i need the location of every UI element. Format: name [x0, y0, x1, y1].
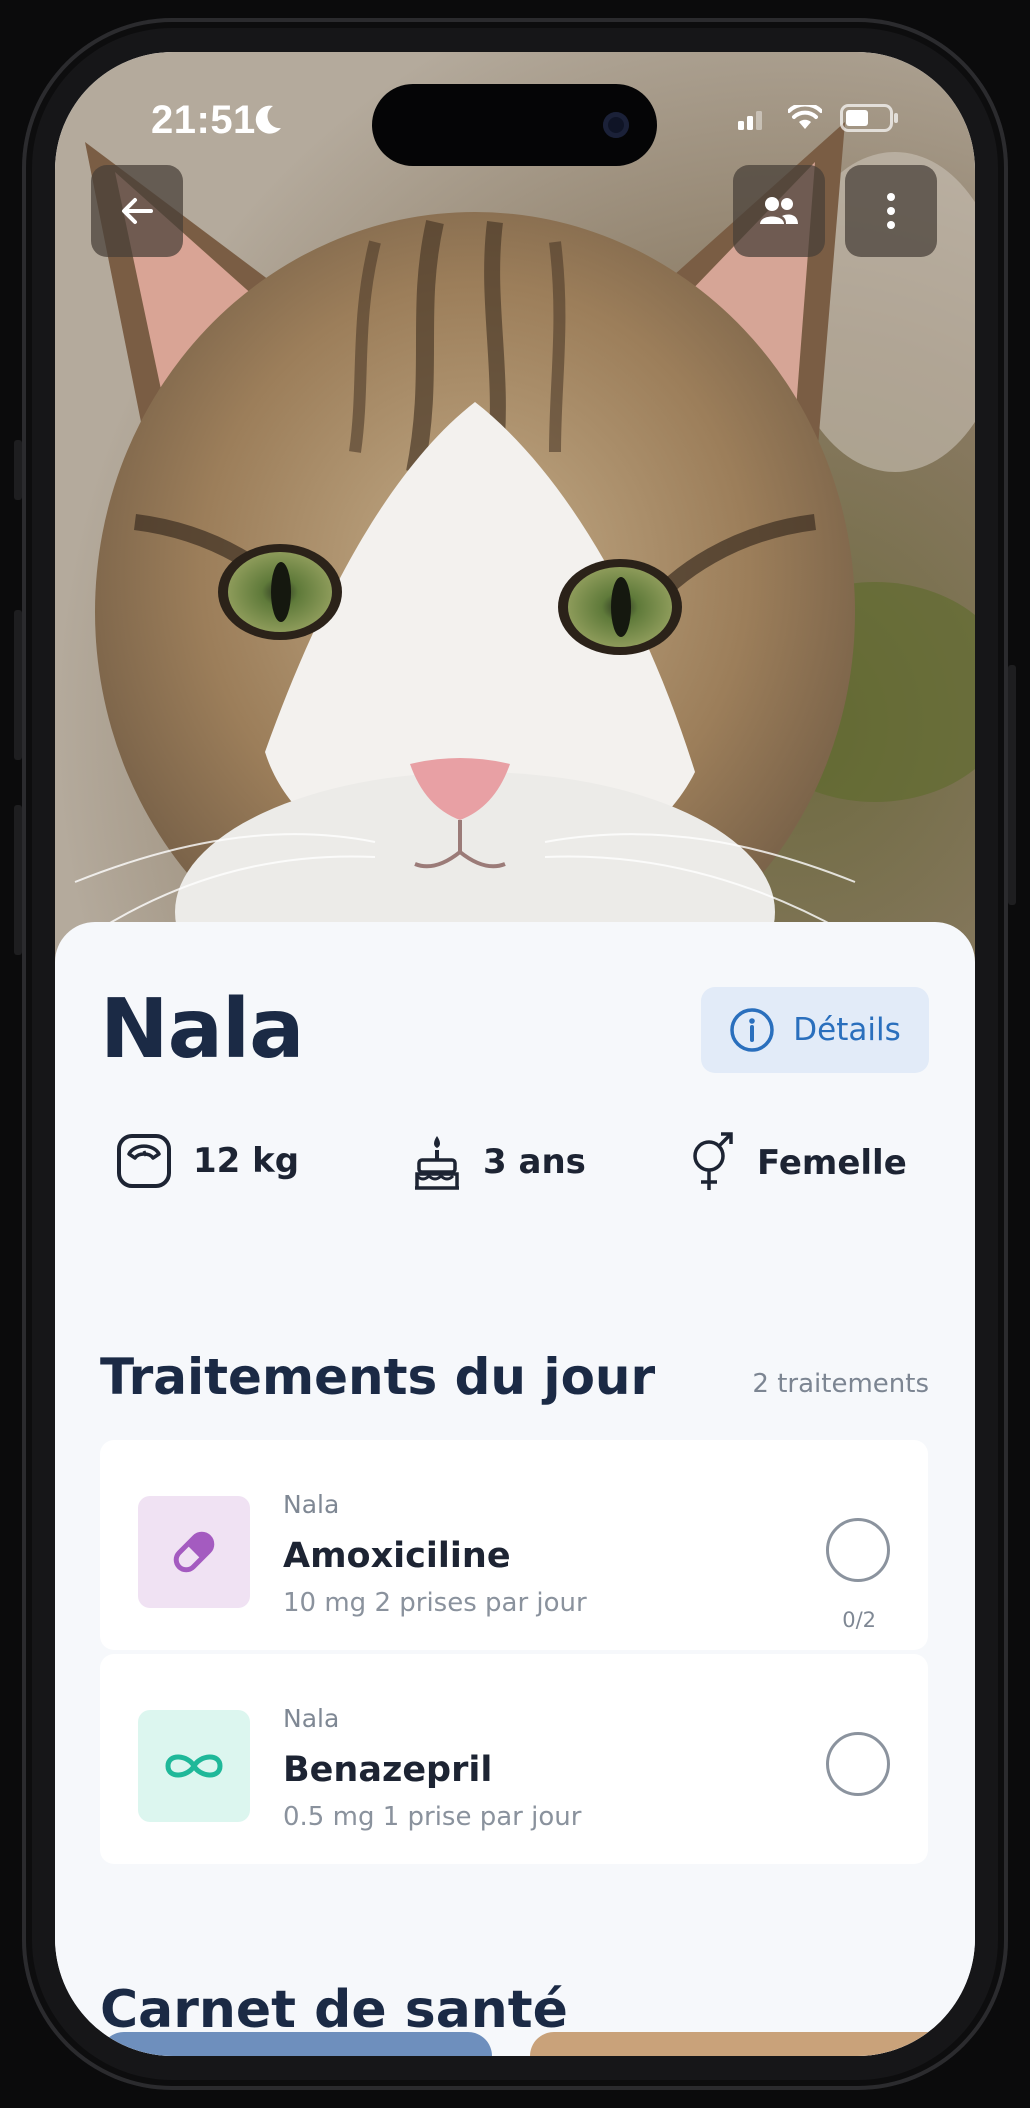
birthday-cake-icon — [415, 1136, 459, 1190]
wifi-icon — [788, 105, 822, 129]
stat-weight-label: 12 kg — [193, 1141, 300, 1181]
details-label: Détails — [793, 1012, 901, 1048]
users-icon — [760, 197, 798, 224]
phone-power-button — [1008, 665, 1016, 905]
moon-icon — [255, 105, 281, 134]
treatment-dose: 0.5 mg 1 prise par jour — [283, 1802, 582, 1832]
more-options-button[interactable] — [845, 165, 937, 257]
treatment-check-toggle[interactable] — [826, 1518, 890, 1582]
status-time: 21:51 — [151, 98, 256, 142]
scale-icon — [117, 1134, 171, 1188]
treatment-pet-name: Nala — [283, 1490, 340, 1519]
treatment-icon-tile — [138, 1710, 250, 1822]
pet-photo — [55, 52, 975, 1012]
gender-icon — [693, 1132, 733, 1190]
stat-age-label: 3 ans — [483, 1142, 586, 1182]
treatment-pet-name: Nala — [283, 1704, 340, 1733]
treatment-name: Benazepril — [283, 1750, 493, 1790]
details-button[interactable]: Détails — [701, 987, 929, 1073]
treatment-check-toggle[interactable] — [826, 1732, 890, 1796]
front-camera — [603, 112, 629, 138]
treatment-name: Amoxiciline — [283, 1536, 511, 1576]
arrow-left-icon — [122, 198, 153, 224]
pill-icon — [173, 1531, 215, 1573]
phone-volume-down-button — [14, 805, 22, 955]
infinity-icon — [165, 1754, 223, 1778]
treatments-title: Traitements du jour — [100, 1348, 656, 1406]
status-indicators — [736, 104, 900, 132]
pet-profile-sheet: Nala Détails 12 kg 3 ans Femelle Traitem… — [55, 922, 975, 2056]
treatment-dose: 10 mg 2 prises par jour — [283, 1588, 587, 1618]
stat-age: 3 ans — [411, 1132, 586, 1192]
health-book-card-records[interactable] — [530, 2032, 975, 2056]
treatment-progress: 0/2 — [842, 1608, 876, 1632]
pet-name: Nala — [100, 982, 304, 1077]
dynamic-island — [372, 84, 657, 166]
back-button[interactable] — [91, 165, 183, 257]
battery-icon — [840, 104, 898, 132]
phone-volume-up-button — [14, 610, 22, 760]
cellular-signal-icon — [738, 111, 762, 130]
treatment-card[interactable]: Nala Amoxiciline 10 mg 2 prises par jour… — [100, 1440, 928, 1650]
more-vertical-icon — [887, 193, 895, 229]
share-members-button[interactable] — [733, 165, 825, 257]
health-book-title: Carnet de santé — [100, 1980, 568, 2040]
app-screen: 21:51 Nala Détails 12 kg 3 ans Femelle T… — [55, 52, 975, 2056]
treatment-icon-tile — [138, 1496, 250, 1608]
health-book-card-vaccines[interactable] — [100, 2032, 492, 2056]
stat-gender: Femelle — [687, 1132, 907, 1194]
treatments-count: 2 traitements — [752, 1369, 929, 1399]
phone-action-button — [14, 440, 22, 500]
info-icon — [730, 1008, 774, 1052]
stat-gender-label: Femelle — [757, 1143, 907, 1183]
stat-weight: 12 kg — [115, 1132, 299, 1190]
pet-stats: 12 kg 3 ans Femelle — [115, 1132, 925, 1202]
treatment-card[interactable]: Nala Benazepril 0.5 mg 1 prise par jour — [100, 1654, 928, 1864]
